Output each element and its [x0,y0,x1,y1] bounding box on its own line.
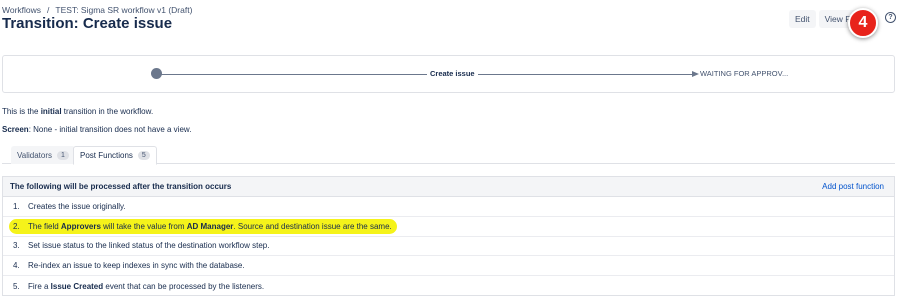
row-text: Creates the issue originally. [28,201,126,211]
post-function-row: 5. Fire a Issue Created event that can b… [3,276,894,296]
step-number-badge: 4 [848,8,878,38]
page-title: Transition: Create issue [2,15,173,32]
screen-info: Screen: None - initial transition does n… [2,125,191,134]
add-post-function-link[interactable]: Add post function [822,182,884,191]
edit-button[interactable]: Edit [789,10,816,28]
diagram-line-right [471,74,695,75]
intro-bold: initial [40,107,62,116]
intro-suffix: transition in the workflow. [61,107,154,116]
row-number: 2. [13,221,20,231]
post-functions-header: The following will be processed after th… [3,177,894,197]
breadcrumb-workflow-link[interactable]: TEST: Sigma SR workflow v1 (Draft) [55,5,192,15]
post-function-row: 4. Re-index an issue to keep indexes in … [3,256,894,277]
post-functions-panel: The following will be processed after th… [2,176,895,296]
tab-validators-count: 1 [56,150,69,160]
tab-bar: Validators 1 Post Functions 5 [2,146,895,165]
post-function-row: 2. The field Approvers will take the val… [3,217,894,237]
field-name: Approvers [60,221,101,231]
row-number: 3. [13,241,20,251]
breadcrumb-separator: / [47,5,50,15]
post-functions-heading: The following will be processed after th… [10,182,232,191]
intro-prefix: This is the [2,107,41,116]
tab-post-functions[interactable]: Post Functions 5 [73,146,157,165]
row-text-part: will take the value from [100,221,187,231]
row-text: Set issue status to the linked status of… [28,241,270,251]
source-field-name: AD Manager [186,221,234,231]
initial-transition-info: This is the initial transition in the wo… [2,107,153,116]
target-status[interactable]: WAITING FOR APPROV... [700,69,791,78]
row-text: Fire a Issue Created event that can be p… [28,282,264,291]
breadcrumb: Workflows / TEST: Sigma SR workflow v1 (… [2,5,192,15]
row-number: 4. [13,261,20,271]
event-name: Issue Created [50,281,104,291]
arrow-head-icon [692,71,699,77]
tab-validators-label: Validators [17,150,52,160]
transition-diagram: Create issue WAITING FOR APPROV... [2,55,895,93]
row-text: Re-index an issue to keep indexes in syn… [28,261,245,271]
tab-validators[interactable]: Validators 1 [11,146,75,164]
transition-label: Create issue [427,69,478,78]
screen-label: Screen [2,125,29,134]
screen-text: : None - initial transition does not hav… [28,125,192,134]
breadcrumb-workflows-link[interactable]: Workflows [2,5,41,15]
help-icon[interactable]: ? [885,12,896,23]
tab-post-functions-count: 5 [137,151,150,160]
tab-post-functions-label: Post Functions [80,151,133,160]
row-text-part: Fire a [28,281,51,291]
row-number: 1. [13,201,20,211]
row-number: 5. [13,281,20,291]
diagram-line-left [157,74,427,75]
highlight-marker: 2. The field Approvers will take the val… [9,218,397,234]
row-text-part: The field [28,221,61,231]
row-text: The field Approvers will take the value … [28,222,392,231]
post-function-row: 1. Creates the issue originally. [3,197,894,217]
row-text-part: event that can be processed by the liste… [103,281,265,291]
post-function-row: 3. Set issue status to the linked status… [3,237,894,257]
initial-node-icon [151,68,162,79]
row-text-part: . Source and destination issue are the s… [233,221,392,231]
